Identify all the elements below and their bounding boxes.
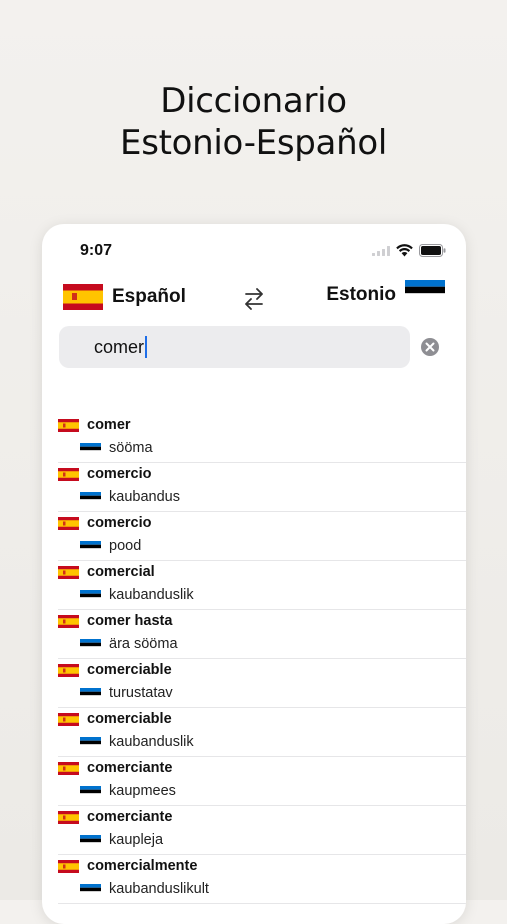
estonia-flag-icon <box>80 589 101 601</box>
estonia-flag-icon <box>80 638 101 650</box>
promo-title-line-1: Diccionario <box>160 81 347 121</box>
language-bar: Español Estonio <box>42 280 466 314</box>
source-term-text: comer hasta <box>87 613 173 629</box>
phone-screen: 9:07 Español Estonio comer comer sööma c… <box>42 224 466 924</box>
estonia-flag-icon <box>80 491 101 503</box>
spain-flag-icon <box>58 467 79 481</box>
translation: turustatav <box>80 685 173 701</box>
spain-flag-icon <box>63 284 103 310</box>
source-term-text: comercial <box>87 564 155 580</box>
translation-text: kaupmees <box>109 783 176 799</box>
status-icons <box>372 244 446 257</box>
spain-flag-icon <box>58 614 79 628</box>
translation: kaubanduslik <box>80 734 194 750</box>
translation-text: kaubanduslikult <box>109 881 209 897</box>
source-term: comerciable <box>58 662 172 678</box>
estonia-flag-icon <box>405 280 445 300</box>
source-term: comerciante <box>58 809 172 825</box>
source-term-text: comer <box>87 417 131 433</box>
source-term-text: comercio <box>87 515 152 531</box>
result-row[interactable]: comerciante kaupmees <box>58 757 466 806</box>
source-term-text: comerciante <box>87 809 173 825</box>
translation-text: turustatav <box>109 685 173 701</box>
text-cursor <box>145 336 148 358</box>
translation-text: kaubanduslik <box>109 734 194 750</box>
battery-icon <box>419 244 446 257</box>
translation: sööma <box>80 440 153 456</box>
spain-flag-icon <box>58 712 79 726</box>
spain-flag-icon <box>58 663 79 677</box>
translation: pood <box>80 538 141 554</box>
source-language-button[interactable]: Español <box>63 284 186 310</box>
translation-text: kaupleja <box>109 832 164 848</box>
result-row[interactable]: comercial kaubanduslik <box>58 561 466 610</box>
source-term-text: comerciante <box>87 760 173 776</box>
result-row[interactable]: comerciable turustatav <box>58 659 466 708</box>
result-row[interactable]: comercio pood <box>58 512 466 561</box>
promo-title: Diccionario Estonio-Español <box>0 80 507 164</box>
promo-title-line-2: Estonio-Español <box>120 123 387 163</box>
source-term: comercio <box>58 466 151 482</box>
translation-text: pood <box>109 538 142 554</box>
estonia-flag-icon <box>80 442 101 454</box>
result-row[interactable]: comer sööma <box>58 414 466 463</box>
source-term: comerciable <box>58 711 172 727</box>
spain-flag-icon <box>58 761 79 775</box>
results-list: comer sööma comercio kaubandus comercio … <box>58 414 466 904</box>
source-language-label: Español <box>112 286 186 307</box>
spain-flag-icon <box>58 859 79 873</box>
estonia-flag-icon <box>80 540 101 552</box>
target-language-label: Estonio <box>326 284 396 305</box>
translation: kaupleja <box>80 832 163 848</box>
cellular-signal-icon <box>372 245 390 256</box>
search-row: comer <box>59 326 459 368</box>
translation-text: sööma <box>109 440 153 456</box>
source-term-text: comerciable <box>87 662 172 678</box>
translation-text: kaubandus <box>109 489 180 505</box>
estonia-flag-icon <box>80 785 101 797</box>
translation: kaubanduslik <box>80 587 194 603</box>
translation-text: ära sööma <box>109 636 178 652</box>
result-row[interactable]: comer hasta ära sööma <box>58 610 466 659</box>
search-query-text: comer <box>94 336 145 357</box>
search-input[interactable]: comer <box>59 326 410 368</box>
result-row[interactable]: comerciable kaubanduslik <box>58 708 466 757</box>
source-term-text: comercio <box>87 466 152 482</box>
translation: kaupmees <box>80 783 176 799</box>
swap-languages-icon[interactable] <box>242 286 266 312</box>
result-row[interactable]: comercio kaubandus <box>58 463 466 512</box>
estonia-flag-icon <box>80 883 101 895</box>
source-term-text: comercialmente <box>87 858 198 874</box>
source-term: comercialmente <box>58 858 197 874</box>
estonia-flag-icon <box>80 834 101 846</box>
result-row[interactable]: comercialmente kaubanduslikult <box>58 855 466 904</box>
clear-search-icon[interactable] <box>420 337 440 357</box>
source-term: comercio <box>58 515 151 531</box>
spain-flag-icon <box>58 810 79 824</box>
estonia-flag-icon <box>80 687 101 699</box>
spain-flag-icon <box>58 418 79 432</box>
translation: kaubanduslikult <box>80 881 209 897</box>
estonia-flag-icon <box>80 736 101 748</box>
target-language-button[interactable]: Estonio <box>326 280 445 306</box>
status-time: 9:07 <box>80 242 113 259</box>
translation: ära sööma <box>80 636 178 652</box>
spain-flag-icon <box>58 565 79 579</box>
source-term-text: comerciable <box>87 711 172 727</box>
wifi-icon <box>396 244 413 257</box>
result-row[interactable]: comerciante kaupleja <box>58 806 466 855</box>
source-term: comerciante <box>58 760 172 776</box>
source-term: comer hasta <box>58 613 172 629</box>
translation: kaubandus <box>80 489 180 505</box>
translation-text: kaubanduslik <box>109 587 194 603</box>
source-term: comercial <box>58 564 155 580</box>
spain-flag-icon <box>58 516 79 530</box>
source-term: comer <box>58 417 131 433</box>
